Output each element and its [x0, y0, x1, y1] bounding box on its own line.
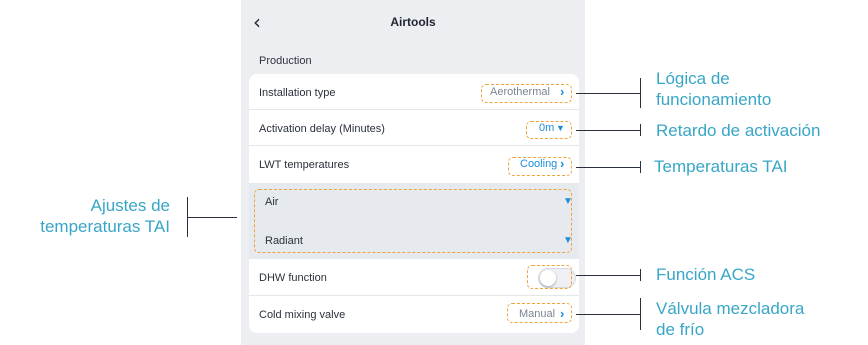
connector-logica-bar	[640, 78, 641, 108]
highlight-lwt-settings	[254, 189, 572, 253]
connector-temperaturas-bar	[640, 161, 641, 173]
connector-retardo-bar	[640, 124, 641, 136]
annotation-line: de frío	[656, 320, 705, 339]
connector-ajustes	[187, 217, 237, 218]
annotation-temperaturas: Temperaturas TAI	[654, 157, 788, 176]
connector-retardo	[576, 130, 640, 131]
connector-funcion-acs	[576, 275, 640, 276]
row-label: Activation delay (Minutes)	[259, 123, 385, 135]
top-bar: ‹ Airtools	[241, 0, 585, 48]
annotation-line: funcionamiento	[656, 90, 772, 109]
annotation-line: Válvula mezcladora	[656, 299, 805, 318]
row-label: DHW function	[259, 272, 327, 284]
annotation-line: Ajustes de	[90, 196, 170, 215]
connector-valvula-bar	[640, 298, 641, 330]
connector-temperaturas	[576, 167, 640, 168]
annotation-retardo: Retardo de activación	[656, 121, 821, 140]
highlight-installation-type	[481, 84, 572, 103]
highlight-lwt-temperatures	[508, 157, 572, 176]
annotation-funcion-acs: Función ACS	[656, 265, 756, 284]
annotation-ajustes: Ajustes de temperaturas TAI	[40, 195, 170, 237]
connector-logica	[576, 93, 640, 94]
row-label: Cold mixing valve	[259, 309, 346, 321]
row-label: LWT temperatures	[259, 159, 350, 171]
row-label: Installation type	[259, 87, 336, 99]
annotation-logica: Lógica de funcionamiento	[656, 68, 771, 110]
annotation-line: temperaturas TAI	[40, 217, 170, 236]
annotation-valvula: Válvula mezcladora de frío	[656, 298, 804, 340]
highlight-dhw-function	[527, 265, 572, 289]
highlight-activation-delay	[526, 121, 572, 139]
annotation-line: Lógica de	[656, 69, 730, 88]
connector-funcion-acs-bar	[640, 269, 641, 281]
page-title: Airtools	[390, 15, 436, 29]
connector-valvula	[576, 314, 640, 315]
section-title: Production	[259, 55, 312, 67]
highlight-cold-mixing-valve	[507, 303, 572, 323]
